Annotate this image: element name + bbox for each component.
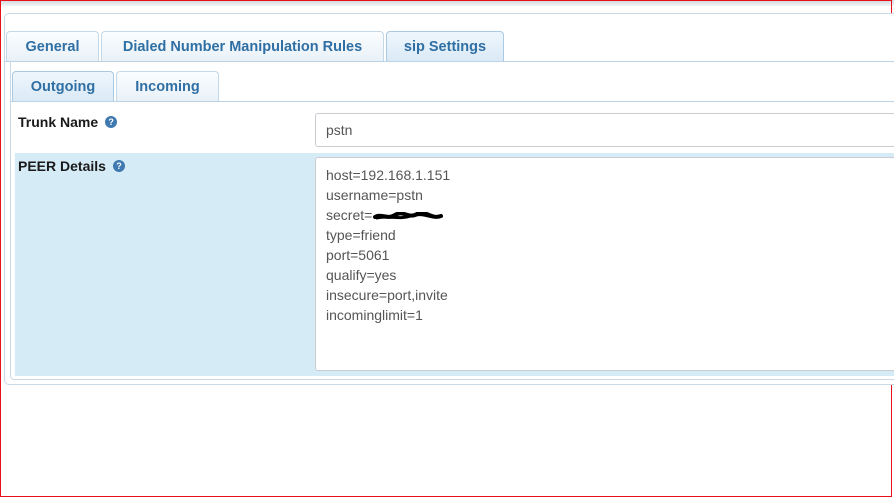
peer-details-label: PEER Details — [18, 158, 106, 174]
peer-details-row-label: PEER Details ? — [18, 158, 125, 174]
peer-line: incominglimit=1 — [326, 307, 423, 323]
peer-line: insecure=port,invite — [326, 287, 448, 303]
trunk-name-input[interactable]: pstn — [315, 113, 894, 147]
peer-line: username=pstn — [326, 187, 423, 203]
question-circle-icon[interactable]: ? — [105, 116, 118, 128]
trunk-name-row-label: Trunk Name ? — [18, 114, 118, 130]
tab-dialed-number-manipulation-rules[interactable]: Dialed Number Manipulation Rules — [101, 31, 384, 61]
redaction-scribble-icon — [373, 211, 444, 220]
peer-line-secret-text: secret= — [326, 207, 373, 223]
peer-line: qualify=yes — [326, 267, 397, 283]
peer-line: type=friend — [326, 227, 396, 243]
tab-sip-settings-label: sip Settings — [403, 38, 487, 55]
tab-general-label: General — [25, 38, 80, 55]
tab-outgoing-label: Outgoing — [30, 78, 96, 95]
tab-dialed-number-label: Dialed Number Manipulation Rules — [122, 38, 363, 55]
peer-line: host=192.168.1.151 — [326, 167, 451, 183]
question-circle-icon[interactable]: ? — [112, 160, 125, 172]
tab-general[interactable]: General — [6, 31, 99, 61]
tab-outgoing[interactable]: Outgoing — [12, 71, 114, 101]
tab-incoming-label: Incoming — [135, 78, 200, 95]
trunk-name-label: Trunk Name — [18, 114, 99, 130]
tab-sip-settings[interactable]: sip Settings — [386, 31, 504, 61]
peer-line: port=5061 — [326, 247, 390, 263]
peer-line-secret: secret= — [326, 205, 894, 225]
peer-details-textarea[interactable]: host=192.168.1.151 username=pstn secret=… — [315, 157, 894, 371]
tab-incoming[interactable]: Incoming — [116, 71, 219, 101]
subtabs-divider — [10, 101, 894, 102]
trunk-name-value: pstn — [326, 122, 353, 138]
